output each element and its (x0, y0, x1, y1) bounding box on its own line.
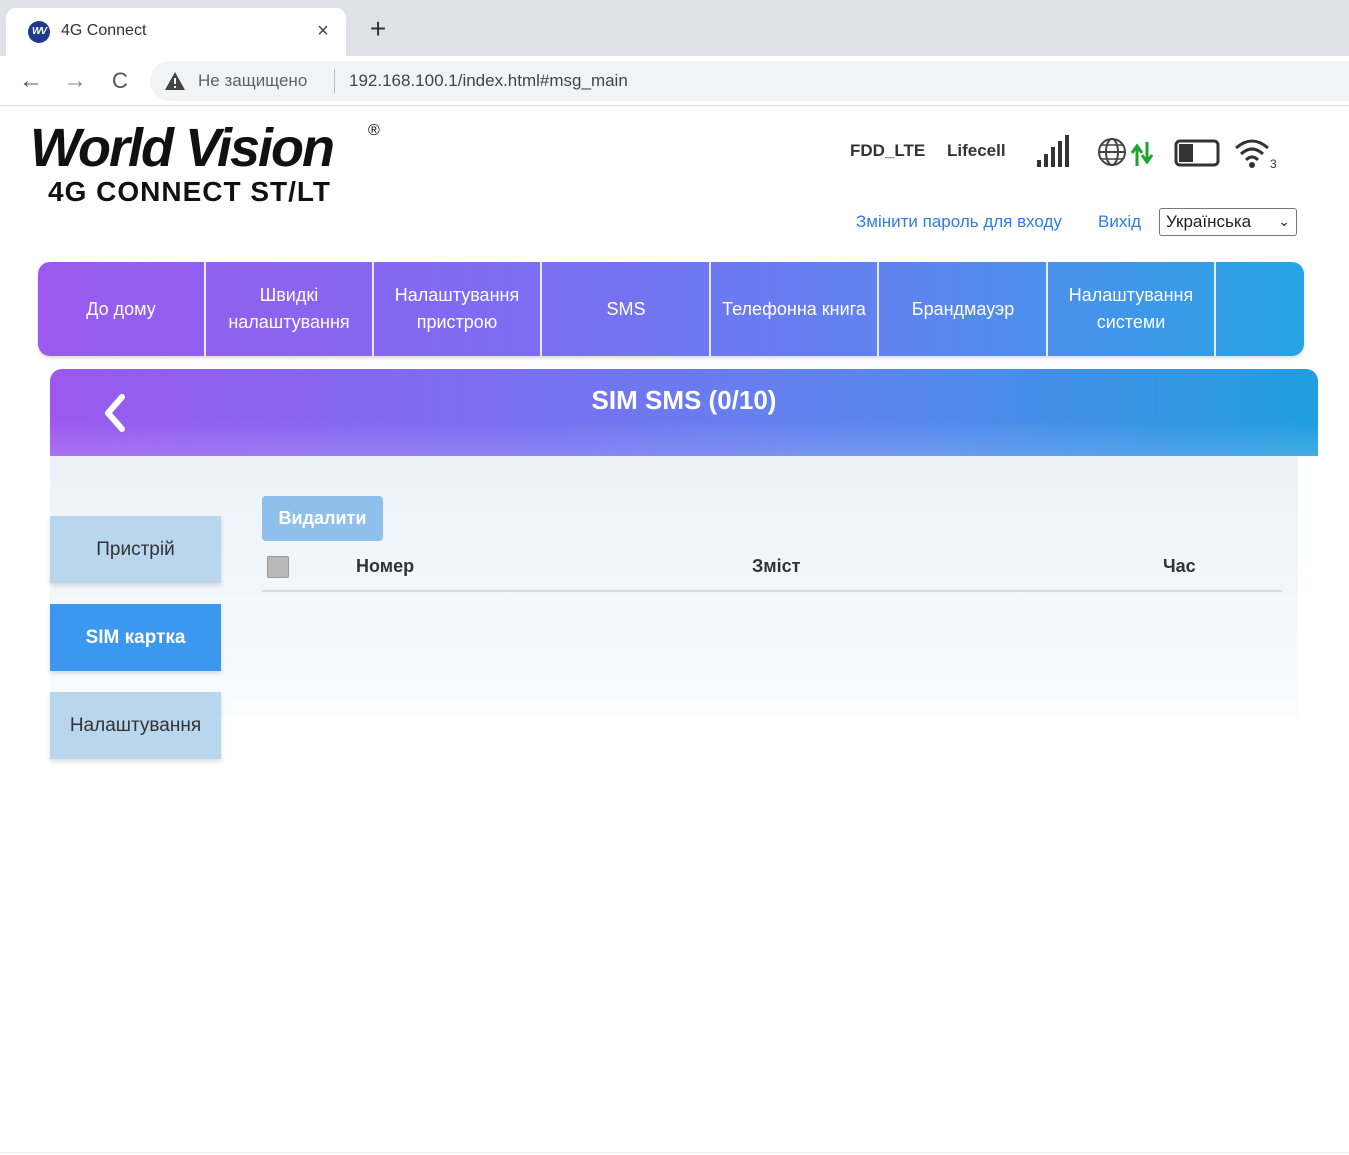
nav-item-home[interactable]: До дому (38, 262, 206, 356)
logo-wordmark: World Vision (30, 118, 335, 178)
table-header-divider (262, 590, 1282, 592)
nav-item-device-settings[interactable]: Налаштування пристрою (374, 262, 542, 356)
nav-item-sms[interactable]: SMS (543, 262, 711, 356)
operator-name: Lifecell (947, 141, 1006, 160)
main-navigation: До дому Швидкі налаштування Налаштування… (38, 262, 1304, 356)
data-arrows-icon (1130, 142, 1154, 166)
wifi-clients-count: 3 (1270, 157, 1277, 170)
omnibox-divider (334, 69, 335, 93)
signal-bars-icon (1037, 135, 1069, 167)
column-header-number[interactable]: Номер (356, 556, 414, 577)
column-header-time[interactable]: Час (1163, 556, 1196, 577)
delete-button[interactable]: Видалити (262, 496, 383, 541)
browser-toolbar: ← → C Не защищено 192.168.100.1/index.ht… (0, 56, 1349, 106)
favicon-icon: WV (28, 21, 50, 43)
sidebar-item-device[interactable]: Пристрій (50, 516, 221, 583)
nav-item-quick-settings[interactable]: Швидкі налаштування (206, 262, 374, 356)
warning-icon[interactable] (164, 71, 186, 91)
browser-tab[interactable]: WV 4G Connect × (6, 8, 346, 56)
battery-icon (1174, 139, 1220, 167)
sidebar-item-settings[interactable]: Налаштування (50, 692, 221, 759)
page-bottom-divider (0, 1152, 1349, 1153)
wifi-icon: 3 (1235, 139, 1277, 170)
world-vision-logo: World Vision ® 4G CONNECT ST/LT (30, 118, 380, 207)
language-select-value: Українська (1166, 212, 1252, 231)
logo-registered-mark: ® (368, 122, 380, 139)
nav-item-firewall[interactable]: Брандмауэр (880, 262, 1048, 356)
globe-icon (1098, 138, 1126, 166)
reload-button[interactable]: C (105, 66, 135, 96)
logo-subtitle: 4G CONNECT ST/LT (48, 176, 332, 207)
nav-item-system-settings[interactable]: Налаштування системи (1048, 262, 1216, 356)
not-secure-label[interactable]: Не защищено (198, 71, 307, 91)
forward-button[interactable]: → (60, 66, 90, 96)
tab-close-icon[interactable]: × (310, 18, 336, 44)
page-banner: SIM SMS (0/10) (50, 369, 1318, 456)
language-select[interactable]: Українська ⌄ (1159, 208, 1297, 236)
network-type: FDD_LTE (850, 141, 926, 160)
select-all-checkbox[interactable] (267, 556, 289, 578)
logout-link[interactable]: Вихід (1098, 212, 1141, 232)
nav-item-phonebook[interactable]: Телефонна книга (711, 262, 879, 356)
back-button[interactable]: ← (16, 66, 46, 96)
address-bar[interactable]: Не защищено 192.168.100.1/index.html#msg… (150, 61, 1349, 101)
content-panel (50, 456, 1298, 718)
browser-tabstrip: WV 4G Connect × + (0, 0, 1349, 56)
column-header-content[interactable]: Зміст (752, 556, 800, 577)
url-text[interactable]: 192.168.100.1/index.html#msg_main (349, 71, 628, 91)
change-password-link[interactable]: Змінити пароль для входу (856, 212, 1062, 232)
chevron-down-icon: ⌄ (1278, 213, 1290, 229)
new-tab-button[interactable]: + (364, 15, 392, 44)
tab-title: 4G Connect (61, 22, 147, 39)
page-title: SIM SMS (0/10) (591, 385, 777, 415)
sidebar-item-sim-card[interactable]: SIM картка (50, 604, 221, 671)
